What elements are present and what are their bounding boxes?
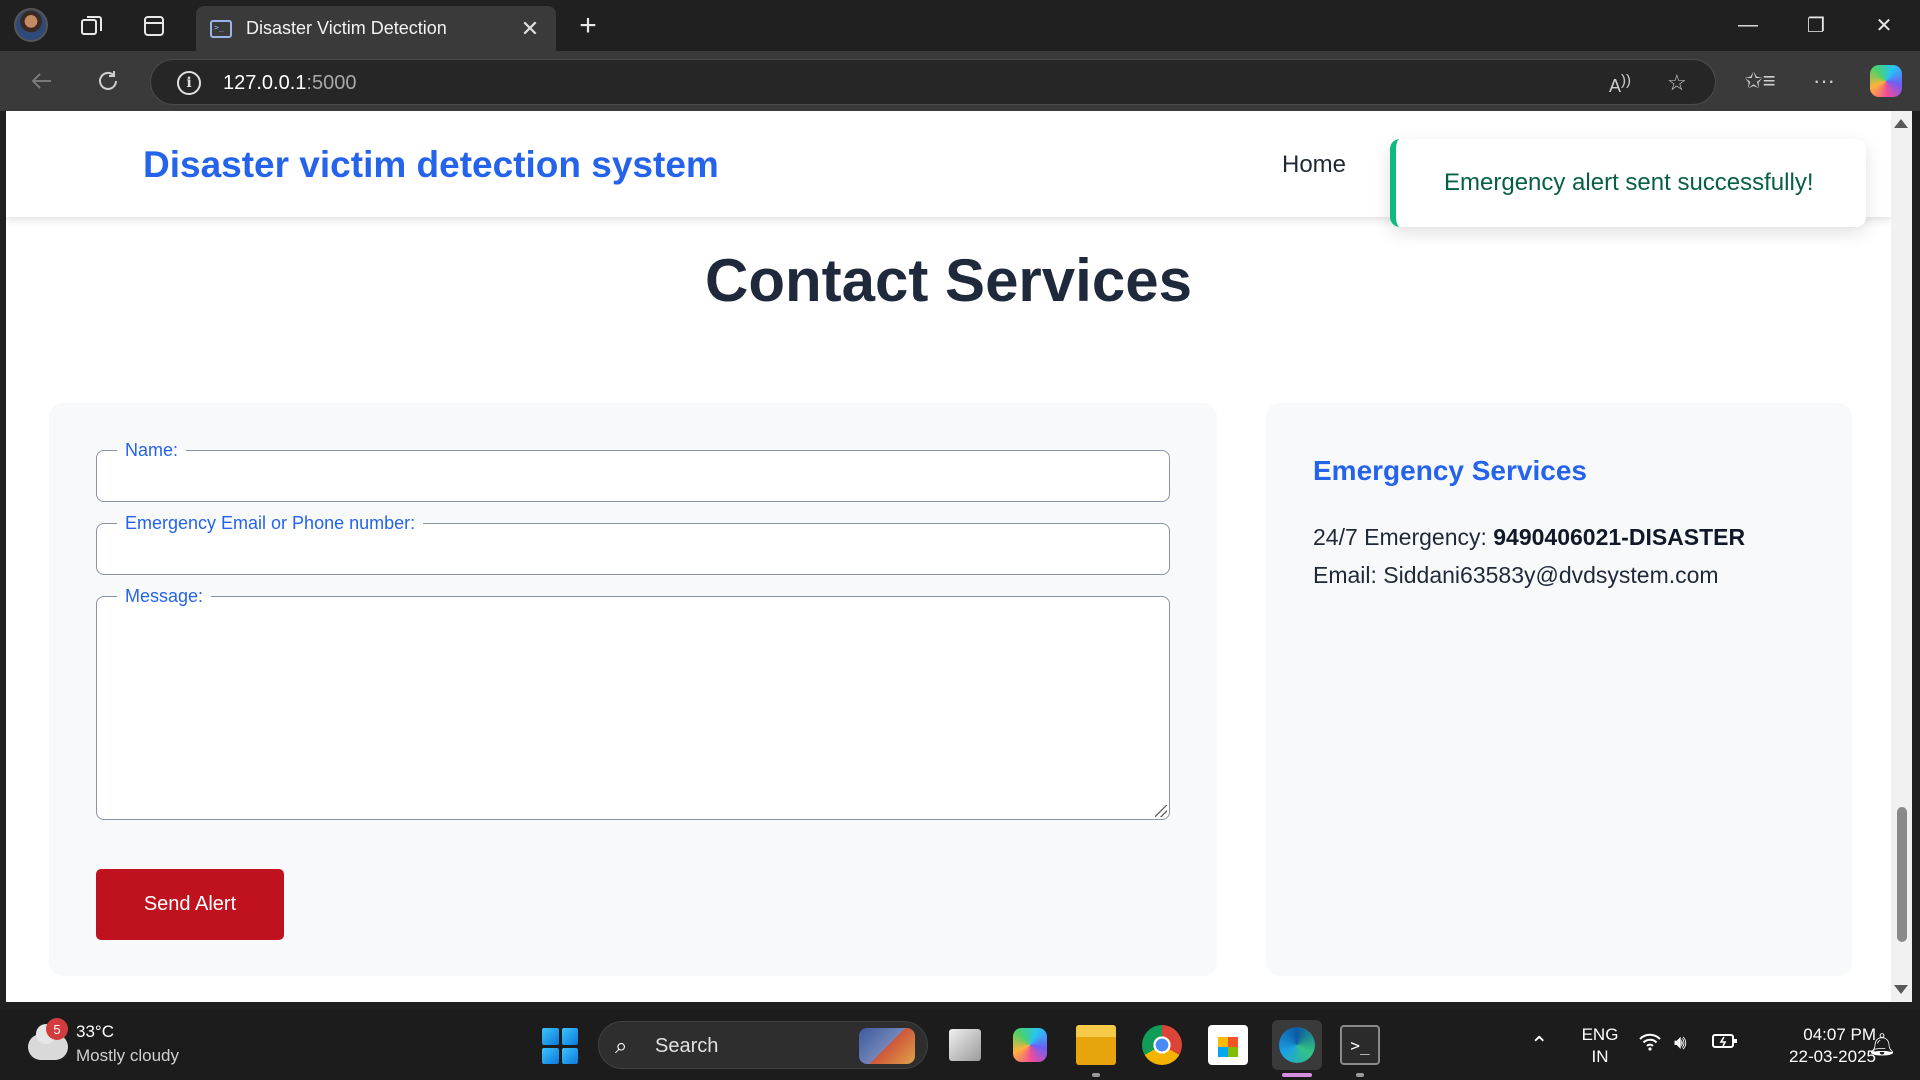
notification-bell-icon[interactable]: 🔔︎: [1868, 1032, 1896, 1058]
message-fieldset: Message:: [96, 586, 1170, 820]
name-label: Name:: [125, 440, 179, 460]
emergency-phone-label: 24/7 Emergency:: [1313, 524, 1487, 550]
weather-notification-badge: 5: [46, 1018, 68, 1040]
send-alert-button[interactable]: Send Alert: [96, 869, 284, 940]
running-indicator: [1092, 1073, 1100, 1077]
more-icon[interactable]: ···: [1808, 65, 1840, 97]
tab-title: Disaster Victim Detection: [246, 18, 447, 38]
name-fieldset: Name:: [96, 440, 1170, 502]
new-tab-button[interactable]: +: [572, 9, 604, 42]
emergency-email-line: Email: Siddani63583y@dvdsystem.com: [1313, 562, 1719, 589]
site-brand[interactable]: Disaster victim detection system: [143, 144, 719, 186]
chrome-icon[interactable]: [1142, 1025, 1182, 1065]
system-clock[interactable]: 04:07 PM 22-03-2025: [1756, 1024, 1876, 1068]
close-window-button[interactable]: ✕: [1850, 0, 1918, 51]
minimize-button[interactable]: —: [1714, 0, 1782, 51]
tab-actions-icon[interactable]: [138, 10, 170, 42]
taskbar-search[interactable]: ⌕ Search: [598, 1021, 928, 1069]
contact-label: Emergency Email or Phone number:: [125, 513, 416, 533]
emergency-phone-value: 9490406021-DISASTER: [1493, 524, 1746, 550]
workspaces-icon[interactable]: [76, 10, 108, 42]
contact-form: Name: Emergency Email or Phone number: M…: [49, 403, 1217, 976]
tab-close-icon[interactable]: ✕: [518, 16, 542, 42]
scroll-thumb[interactable]: [1897, 807, 1907, 942]
url-text: 127.0.0.1:5000: [223, 72, 357, 94]
refresh-icon[interactable]: [92, 65, 124, 97]
browser-titlebar: Disaster Victim Detection ✕ + — ❐ ✕: [0, 0, 1920, 51]
page-viewport: Disaster victim detection system Home Em…: [6, 111, 1891, 1002]
emergency-services-card: Emergency Services 24/7 Emergency: 94904…: [1266, 403, 1852, 976]
favorite-star-icon[interactable]: ☆: [1667, 70, 1687, 96]
scroll-up-icon[interactable]: [1894, 119, 1908, 128]
task-view-icon[interactable]: [949, 1029, 981, 1061]
windows-start-icon[interactable]: [542, 1028, 578, 1064]
back-icon[interactable]: [26, 65, 58, 97]
emergency-email-value: Siddani63583y@dvdsystem.com: [1383, 562, 1719, 588]
emergency-phone-line: 24/7 Emergency: 9490406021-DISASTER: [1313, 524, 1745, 551]
language-indicator[interactable]: ENG IN: [1580, 1024, 1620, 1068]
search-icon: ⌕: [615, 1033, 628, 1058]
restore-button[interactable]: ❐: [1782, 0, 1850, 51]
file-explorer-icon[interactable]: [1076, 1025, 1116, 1065]
copilot-icon[interactable]: [1870, 65, 1902, 97]
emergency-email-label: Email:: [1313, 562, 1377, 588]
running-indicator: [1356, 1073, 1364, 1077]
search-highlight-image: [859, 1028, 915, 1064]
window-edge: [1912, 111, 1920, 1002]
windows-taskbar: 5 33°C Mostly cloudy ⌕ Search >_ ⌃ ENG I…: [0, 1010, 1920, 1080]
weather-description[interactable]: Mostly cloudy: [76, 1046, 179, 1066]
browser-toolbar: i 127.0.0.1:5000 A)) ☆ ✩≡ ···: [0, 51, 1920, 111]
copilot-app-icon[interactable]: [1013, 1028, 1047, 1062]
favorites-icon[interactable]: ✩≡: [1744, 65, 1776, 97]
page-title: Contact Services: [705, 247, 1192, 314]
chevron-up-icon[interactable]: ⌃: [1530, 1032, 1548, 1058]
page-scrollbar[interactable]: [1891, 111, 1912, 1002]
address-bar[interactable]: i 127.0.0.1:5000 A)) ☆: [150, 59, 1716, 105]
toast-message: Emergency alert sent successfully!: [1444, 169, 1814, 196]
active-app-indicator: [1282, 1073, 1312, 1077]
scroll-down-icon[interactable]: [1894, 985, 1908, 994]
microsoft-store-icon[interactable]: [1208, 1025, 1248, 1065]
volume-icon[interactable]: 🔊︎: [1674, 1032, 1687, 1055]
terminal-icon[interactable]: >_: [1340, 1025, 1380, 1065]
terminal-favicon-icon: [210, 19, 232, 38]
wifi-icon[interactable]: [1638, 1032, 1662, 1058]
site-info-icon[interactable]: i: [177, 71, 201, 95]
battery-icon[interactable]: [1712, 1032, 1738, 1056]
read-aloud-icon[interactable]: A)): [1609, 72, 1631, 97]
contact-fieldset: Emergency Email or Phone number:: [96, 513, 1170, 575]
search-placeholder: Search: [655, 1035, 719, 1057]
nav-link-home[interactable]: Home: [1282, 151, 1346, 179]
message-textarea[interactable]: [109, 607, 1157, 807]
emergency-services-title: Emergency Services: [1313, 455, 1587, 486]
contact-input[interactable]: [109, 534, 1157, 562]
edge-browser-icon[interactable]: [1272, 1020, 1322, 1070]
profile-avatar-icon[interactable]: [14, 8, 48, 42]
success-toast: Emergency alert sent successfully!: [1390, 139, 1866, 227]
message-label: Message:: [125, 586, 204, 606]
resize-grip-icon[interactable]: [1155, 805, 1167, 817]
name-input[interactable]: [109, 461, 1157, 489]
weather-temperature[interactable]: 33°C: [76, 1022, 114, 1042]
browser-tab-active[interactable]: Disaster Victim Detection ✕: [196, 6, 556, 51]
